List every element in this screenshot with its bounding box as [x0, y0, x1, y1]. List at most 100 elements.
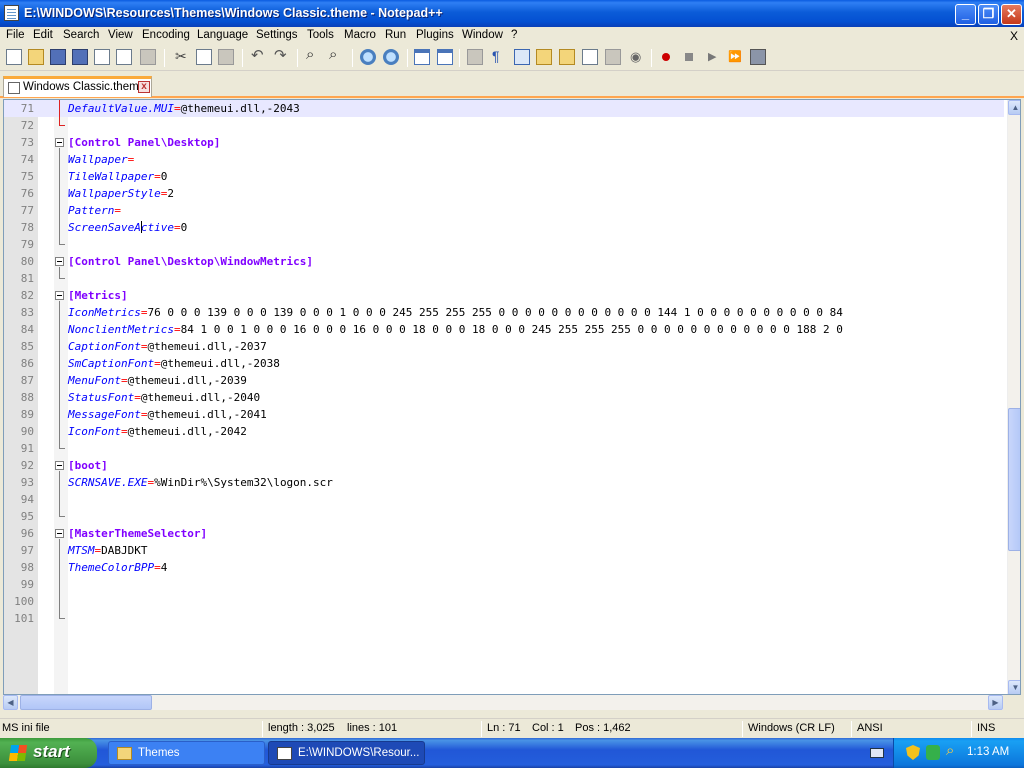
code-line[interactable]: 97 MTSM=DABJDKT	[4, 542, 1004, 559]
word-wrap-icon[interactable]	[467, 49, 483, 65]
save-macro-icon[interactable]	[750, 49, 766, 65]
redo-icon[interactable]	[273, 46, 289, 65]
menu-tools[interactable]: Tools	[307, 29, 334, 41]
tab-close-icon[interactable]: x	[138, 81, 150, 93]
zoom-in-icon[interactable]	[360, 49, 376, 65]
line-text[interactable]: DefaultValue.MUI=@themeui.dll,-2043	[68, 100, 300, 117]
line-text[interactable]: WallpaperStyle=2	[68, 185, 174, 202]
code-line[interactable]: 84 NonclientMetrics=84 1 0 0 1 0 0 0 16 0…	[4, 321, 1004, 338]
line-text[interactable]: [Control Panel\Desktop\WindowMetrics]	[68, 253, 313, 270]
line-text[interactable]: [Control Panel\Desktop]	[68, 134, 220, 151]
monitoring-icon[interactable]	[628, 49, 644, 65]
notepadpp-app-icon[interactable]	[4, 5, 19, 21]
menu-help[interactable]: ?	[511, 29, 517, 41]
menu-plugins[interactable]: Plugins	[416, 29, 454, 41]
line-text[interactable]: MTSM=DABJDKT	[68, 542, 147, 559]
scroll-right-arrow-icon[interactable]: ▶	[988, 695, 1003, 710]
copy-icon[interactable]	[196, 49, 212, 65]
code-line[interactable]: 92 [boot]	[4, 457, 1004, 474]
taskbar-item-themes[interactable]: Themes	[108, 741, 265, 765]
line-text[interactable]: Wallpaper=	[68, 151, 134, 168]
tab-windows-classic-theme[interactable]: Windows Classic.theme x	[3, 76, 152, 97]
save-icon[interactable]	[50, 49, 66, 65]
line-text[interactable]: SmCaptionFont=@themeui.dll,-2038	[68, 355, 280, 372]
horizontal-scroll-thumb[interactable]	[20, 695, 152, 710]
close-icon[interactable]	[94, 49, 110, 65]
sync-horizontal-icon[interactable]	[437, 49, 453, 65]
show-all-characters-icon[interactable]	[489, 48, 505, 65]
fold-toggle-icon[interactable]	[55, 461, 64, 470]
line-text[interactable]: NonclientMetrics=84 1 0 0 1 0 0 0 16 0 0…	[68, 321, 843, 338]
code-line[interactable]: 89 MessageFont=@themeui.dll,-2041	[4, 406, 1004, 423]
line-text[interactable]: [boot]	[68, 457, 108, 474]
code-line[interactable]: 82 [Metrics]	[4, 287, 1004, 304]
close-button[interactable]: ✕	[1001, 4, 1022, 25]
open-file-icon[interactable]	[28, 49, 44, 65]
save-all-icon[interactable]	[72, 49, 88, 65]
code-line[interactable]: 76 WallpaperStyle=2	[4, 185, 1004, 202]
menu-settings[interactable]: Settings	[256, 29, 298, 41]
line-text[interactable]: MessageFont=@themeui.dll,-2041	[68, 406, 267, 423]
menu-search[interactable]: Search	[63, 29, 99, 41]
code-line[interactable]: 71 DefaultValue.MUI=@themeui.dll,-2043	[4, 100, 1004, 117]
code-line[interactable]: 77 Pattern=	[4, 202, 1004, 219]
code-line[interactable]: 88 StatusFont=@themeui.dll,-2040	[4, 389, 1004, 406]
horizontal-scrollbar[interactable]: ◀ ▶	[3, 695, 1003, 710]
function-list-icon[interactable]	[582, 49, 598, 65]
clock[interactable]: 1:13 AM	[967, 746, 1009, 758]
menu-view[interactable]: View	[108, 29, 133, 41]
network-icon[interactable]	[926, 745, 940, 760]
sync-vertical-icon[interactable]	[414, 49, 430, 65]
line-text[interactable]: ScreenSaveActive=0	[68, 219, 187, 236]
close-all-icon[interactable]	[116, 49, 132, 65]
maximize-button[interactable]: ❐	[978, 4, 999, 25]
code-line[interactable]: 100	[4, 593, 1004, 610]
menu-language[interactable]: Language	[197, 29, 248, 41]
fold-toggle-icon[interactable]	[55, 257, 64, 266]
code-line[interactable]: 96 [MasterThemeSelector]	[4, 525, 1004, 542]
code-line[interactable]: 81	[4, 270, 1004, 287]
code-line[interactable]: 85 CaptionFont=@themeui.dll,-2037	[4, 338, 1004, 355]
fold-toggle-icon[interactable]	[55, 529, 64, 538]
indent-guide-icon[interactable]	[514, 49, 530, 65]
line-text[interactable]: IconMetrics=76 0 0 0 139 0 0 0 139 0 0 0…	[68, 304, 843, 321]
code-line[interactable]: 90 IconFont=@themeui.dll,-2042	[4, 423, 1004, 440]
security-shield-icon[interactable]	[906, 745, 920, 760]
code-line[interactable]: 73 [Control Panel\Desktop]	[4, 134, 1004, 151]
line-text[interactable]: [MasterThemeSelector]	[68, 525, 207, 542]
line-text[interactable]: MenuFont=@themeui.dll,-2039	[68, 372, 247, 389]
code-line[interactable]: 83 IconMetrics=76 0 0 0 139 0 0 0 139 0 0…	[4, 304, 1004, 321]
line-text[interactable]: ThemeColorBPP=4	[68, 559, 167, 576]
title-bar[interactable]: E:\WINDOWS\Resources\Themes\Windows Clas…	[0, 0, 1024, 27]
code-line[interactable]: 95	[4, 508, 1004, 525]
paste-icon[interactable]	[218, 49, 234, 65]
code-line[interactable]: 72	[4, 117, 1004, 134]
start-button[interactable]: start	[0, 738, 97, 768]
code-line[interactable]: 91	[4, 440, 1004, 457]
line-text[interactable]: SCRNSAVE.EXE=%WinDir%\System32\logon.scr	[68, 474, 333, 491]
code-line[interactable]: 74 Wallpaper=	[4, 151, 1004, 168]
new-file-icon[interactable]	[6, 49, 22, 65]
taskbar-item-notepadpp[interactable]: E:\WINDOWS\Resour...	[268, 741, 425, 765]
search-icon[interactable]	[946, 742, 960, 760]
close-document-button[interactable]: X	[1010, 29, 1018, 43]
line-text[interactable]: [Metrics]	[68, 287, 128, 304]
menu-encoding[interactable]: Encoding	[142, 29, 190, 41]
menu-edit[interactable]: Edit	[33, 29, 53, 41]
fold-toggle-icon[interactable]	[55, 291, 64, 300]
line-text[interactable]: Pattern=	[68, 202, 121, 219]
run-macro-multiple-icon[interactable]	[727, 49, 743, 65]
menu-file[interactable]: File	[6, 29, 25, 41]
code-line[interactable]: 75 TileWallpaper=0	[4, 168, 1004, 185]
editor[interactable]: 71 DefaultValue.MUI=@themeui.dll,-2043 72 7…	[3, 99, 1021, 695]
code-line[interactable]: 80 [Control Panel\Desktop\WindowMetrics]	[4, 253, 1004, 270]
minimize-button[interactable]: _	[955, 4, 976, 25]
code-line[interactable]: 87 MenuFont=@themeui.dll,-2039	[4, 372, 1004, 389]
user-language-icon[interactable]	[536, 49, 552, 65]
line-text[interactable]: TileWallpaper=0	[68, 168, 167, 185]
keyboard-icon[interactable]	[870, 748, 884, 758]
code-line[interactable]: 86 SmCaptionFont=@themeui.dll,-2038	[4, 355, 1004, 372]
zoom-out-icon[interactable]	[383, 49, 399, 65]
undo-icon[interactable]	[250, 46, 266, 65]
code-line[interactable]: 98 ThemeColorBPP=4	[4, 559, 1004, 576]
